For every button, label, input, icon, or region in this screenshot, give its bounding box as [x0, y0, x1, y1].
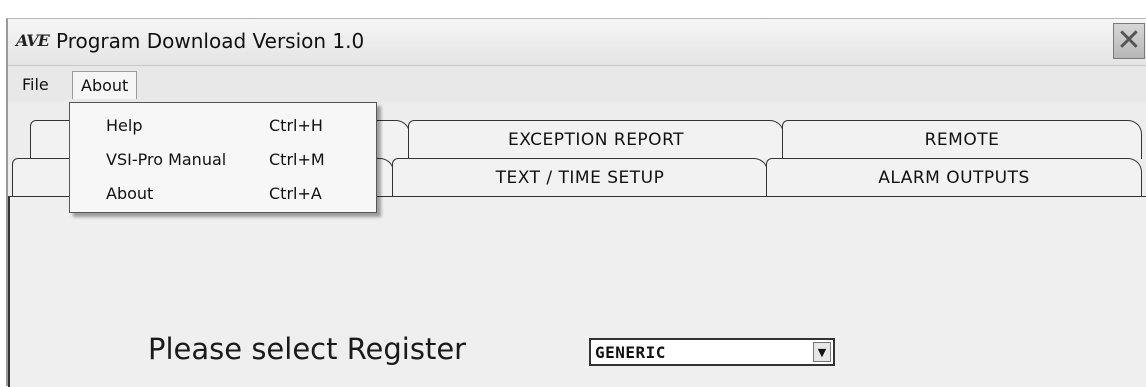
tab-text-time-setup[interactable]: TEXT / TIME SETUP — [392, 158, 768, 197]
menu-item-about[interactable]: About Ctrl+A — [70, 176, 376, 210]
register-prompt-label: Please select Register — [148, 332, 467, 366]
register-select[interactable]: GENERIC ▼ — [589, 338, 835, 366]
menu-item-help[interactable]: Help Ctrl+H — [70, 108, 376, 142]
menu-item-label: About — [106, 184, 154, 203]
close-icon: ✕ — [1116, 23, 1142, 58]
tab-label: ALARM OUTPUTS — [878, 168, 1030, 188]
register-select-value: GENERIC — [595, 343, 666, 362]
menu-item-label: Help — [106, 116, 143, 135]
tab-exception-report[interactable]: EXCEPTION REPORT — [408, 120, 784, 159]
title-bar: AVE Program Download Version 1.0 ✕ — [8, 19, 1146, 66]
app-logo: AVE — [16, 31, 50, 50]
menu-about[interactable]: About — [72, 71, 138, 99]
close-button[interactable]: ✕ — [1113, 23, 1145, 59]
tab-remote[interactable]: REMOTE — [782, 120, 1142, 159]
menu-bar: File About — [8, 66, 1146, 102]
chevron-down-icon[interactable]: ▼ — [813, 342, 831, 362]
window-title: Program Download Version 1.0 — [56, 29, 365, 53]
menu-item-shortcut: Ctrl+M — [269, 150, 325, 169]
tab-alarm-outputs[interactable]: ALARM OUTPUTS — [766, 158, 1142, 197]
menu-item-shortcut: Ctrl+A — [269, 184, 322, 203]
about-dropdown-menu: Help Ctrl+H VSI-Pro Manual Ctrl+M About … — [69, 102, 377, 213]
menu-item-label: VSI-Pro Manual — [106, 150, 227, 169]
menu-file[interactable]: File — [14, 71, 57, 98]
tab-label: EXCEPTION REPORT — [507, 130, 685, 150]
menu-item-vsi-pro-manual[interactable]: VSI-Pro Manual Ctrl+M — [70, 142, 376, 176]
menu-item-shortcut: Ctrl+H — [269, 116, 323, 135]
tab-label: REMOTE — [924, 130, 1000, 150]
tab-label: TEXT / TIME SETUP — [495, 168, 665, 188]
